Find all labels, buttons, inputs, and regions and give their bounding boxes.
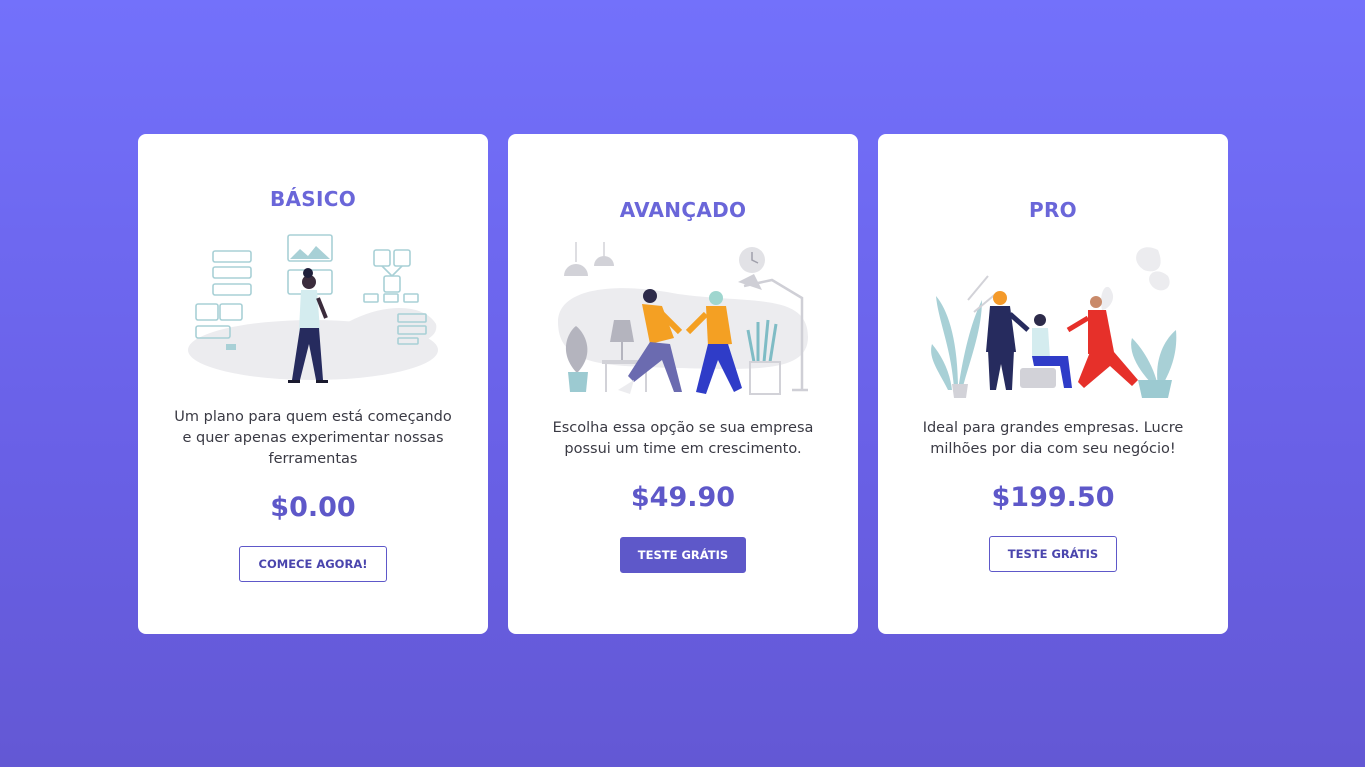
teste-gratis-button[interactable]: TESTE GRÁTIS [989, 536, 1117, 572]
person-with-wireframes-illustration [188, 232, 438, 392]
plan-card-basico: BÁSICO Um plano para quem está começando… [138, 134, 488, 634]
plan-card-avancado: AVANÇADO Escolha essa opção se sua empre… [508, 134, 858, 634]
plan-price: $49.90 [630, 482, 736, 513]
plan-title: AVANÇADO [619, 198, 747, 222]
plan-price: $0.00 [270, 492, 356, 523]
plan-price: $199.50 [991, 482, 1115, 513]
plan-title: BÁSICO [269, 187, 357, 211]
pricing-cards: BÁSICO Um plano para quem está começando… [138, 134, 1228, 634]
team-meeting-illustration [928, 240, 1178, 400]
plan-description: Ideal para grandes empresas. Lucre milhõ… [922, 420, 1184, 457]
plan-description: Escolha essa opção se sua empresa possui… [552, 420, 814, 457]
plan-title: PRO [1029, 198, 1077, 222]
plan-card-pro: PRO Ideal para grandes empresas. Lucre m… [878, 134, 1228, 634]
teste-gratis-button[interactable]: TESTE GRÁTIS [620, 537, 746, 573]
comece-agora-button[interactable]: COMECE AGORA! [239, 546, 387, 582]
plan-description: Um plano para quem está começando e quer… [174, 409, 452, 467]
two-people-running-illustration [558, 242, 812, 402]
